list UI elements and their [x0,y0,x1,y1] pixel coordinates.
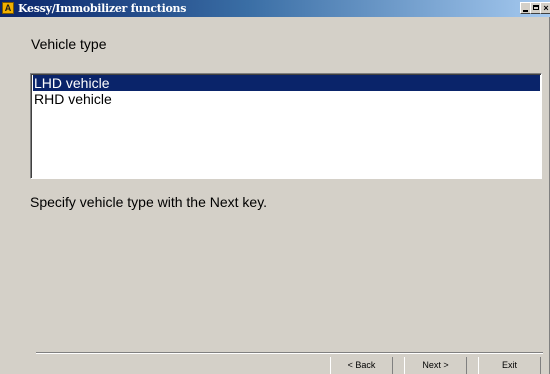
app-icon: A [2,2,14,14]
title-bar[interactable]: A Kessy/Immobilizer functions × [0,0,550,17]
instruction-text: Specify vehicle type with the Next key. [30,194,268,210]
list-item-rhd[interactable]: RHD vehicle [33,91,540,107]
close-button[interactable]: × [540,2,550,14]
maximize-icon [533,5,539,10]
exit-button[interactable]: Exit [478,357,541,374]
dialog-window: A Kessy/Immobilizer functions × Vehicle … [0,0,550,374]
close-icon: × [543,3,549,13]
window-title: Kessy/Immobilizer functions [18,2,187,15]
vehicle-type-listbox[interactable]: LHD vehicle RHD vehicle [30,73,542,179]
next-button[interactable]: Next > [404,357,467,374]
list-item-lhd[interactable]: LHD vehicle [33,75,540,91]
footer-divider [36,352,543,354]
back-button[interactable]: < Back [330,357,393,374]
minimize-icon [523,10,528,12]
section-label: Vehicle type [31,36,107,52]
